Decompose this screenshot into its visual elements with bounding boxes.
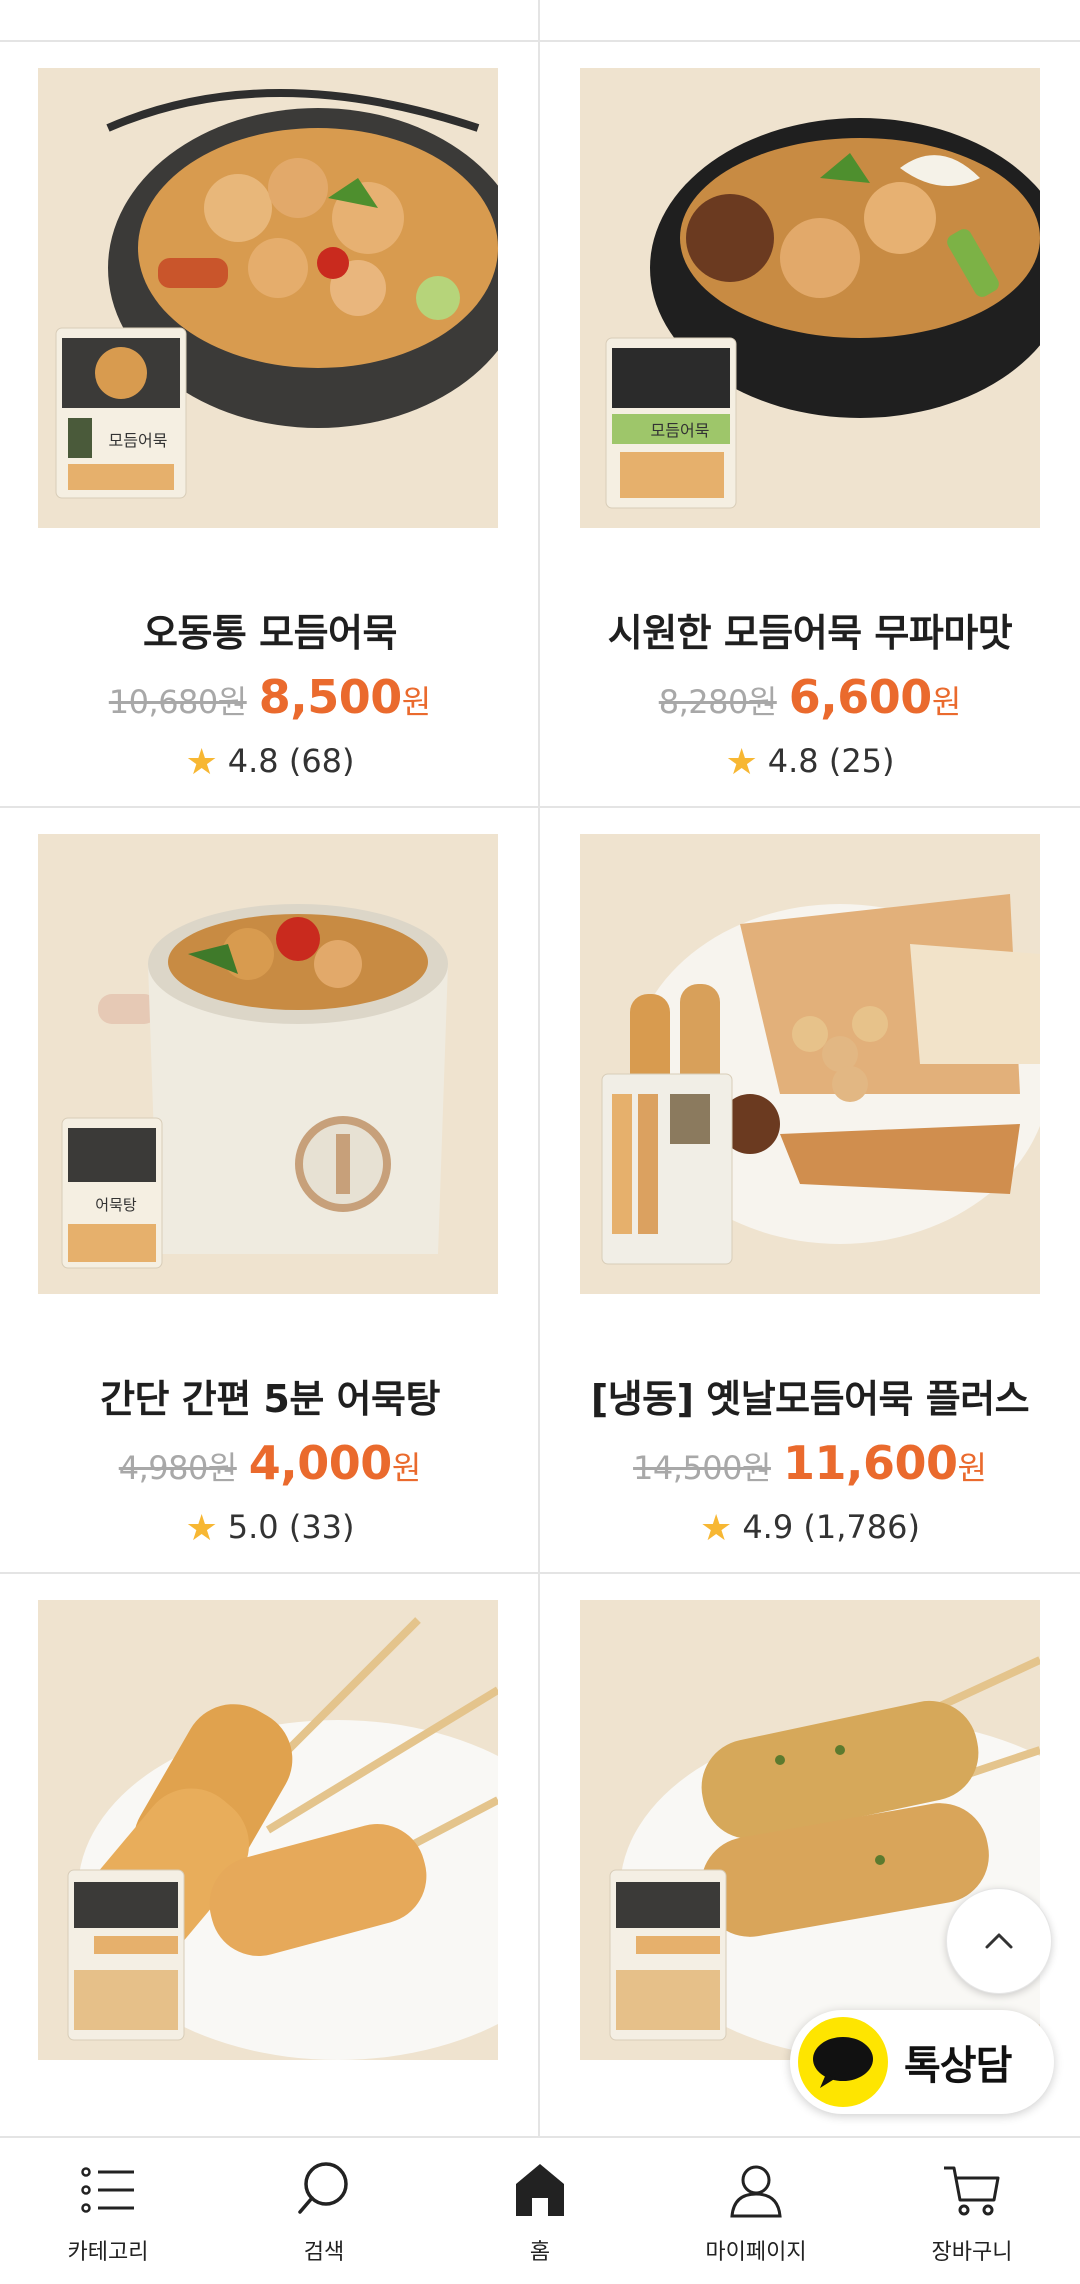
currency-label: 원 <box>957 1449 987 1487</box>
home-icon <box>516 2164 564 2216</box>
tab-cart[interactable]: 장바구니 <box>864 2138 1080 2284</box>
kakao-talk-consult-button[interactable]: 톡상담 <box>790 2010 1054 2114</box>
rating-row: ★ 4.8 (25) <box>540 742 1080 783</box>
product-name[interactable]: 간단 간편 5분 어묵탕 <box>0 1368 540 1423</box>
package-label: 어묵탕 <box>95 1196 137 1214</box>
review-count: (1,786) <box>803 1508 920 1546</box>
product-card[interactable]: 모듬어묵 시원한 모듬어묵 무파마맛 8,280원 6,600원 ★ 4.8 (25… <box>540 42 1080 808</box>
kakao-bubble-icon <box>798 2017 888 2107</box>
fishcake-platter-illustration <box>580 834 1040 1294</box>
sale-price: 8,500 <box>258 670 403 724</box>
chevron-up-icon <box>985 1933 1013 1949</box>
menu-list-icon <box>81 2167 134 2213</box>
currency-label: 원 <box>391 1449 422 1487</box>
tab-label: 장바구니 <box>931 2240 1013 2265</box>
user-icon <box>730 2165 782 2218</box>
product-name[interactable]: 시원한 모듬어묵 무파마맛 <box>540 602 1080 657</box>
original-price: 8,280원 <box>658 683 778 721</box>
currency-label: 원 <box>931 683 962 721</box>
package-label: 모듬어묵 <box>651 421 710 440</box>
sale-price: 6,600 <box>788 670 933 724</box>
review-count: (68) <box>288 742 355 780</box>
tab-home[interactable]: 홈 <box>432 2138 648 2284</box>
package-label: 모듬어묵 <box>109 431 168 450</box>
product-image[interactable]: 어묵탕 <box>38 834 498 1294</box>
cart-icon <box>944 2166 1000 2216</box>
bottom-tab-bar: 카테고리 검색 홈 마이페이지 장바구니 <box>0 2136 1080 2284</box>
tab-search[interactable]: 검색 <box>216 2138 432 2284</box>
rating-value: 4.8 <box>767 742 819 780</box>
fishcake-skewer-illustration <box>38 1600 498 2060</box>
original-price: 14,500원 <box>633 1449 771 1487</box>
tab-label: 홈 <box>529 2240 551 2265</box>
tab-label: 카테고리 <box>67 2240 149 2265</box>
product-image[interactable]: 모듬어묵 <box>580 68 1040 528</box>
product-image[interactable]: 모듬어묵 <box>38 68 498 528</box>
star-icon: ★ <box>185 742 218 783</box>
rating-value: 4.9 <box>742 1508 794 1546</box>
rating-value: 4.8 <box>227 742 279 780</box>
talk-label: 톡상담 <box>904 2043 1012 2089</box>
product-card[interactable]: 모듬어묵 오동통 모듬어묵 10,680원 8,500원 ★ 4.8 (68) <box>0 42 540 808</box>
original-price: 4,980원 <box>118 1449 238 1487</box>
scroll-to-top-button[interactable] <box>946 1888 1052 1994</box>
fishcake-skewer-illustration <box>580 1600 1040 2060</box>
product-name[interactable]: [냉동] 옛날모듬어묵 플러스 <box>540 1368 1080 1423</box>
price-row: 8,280원 6,600원 <box>540 670 1080 724</box>
price-row: 14,500원 11,600원 <box>540 1436 1080 1490</box>
product-image[interactable] <box>38 1600 498 2060</box>
previous-row-edge <box>0 0 1080 42</box>
rating-row: ★ 5.0 (33) <box>0 1508 540 1549</box>
star-icon: ★ <box>185 1508 218 1549</box>
product-image[interactable] <box>580 834 1040 1294</box>
search-icon <box>298 2162 348 2214</box>
review-count: (33) <box>288 1508 355 1546</box>
fishcake-pot-illustration: 모듬어묵 <box>580 68 1040 528</box>
tab-label: 마이페이지 <box>705 2240 807 2265</box>
product-image[interactable] <box>580 1600 1040 2060</box>
star-icon: ★ <box>700 1508 733 1549</box>
fishcake-pot-illustration: 모듬어묵 <box>38 68 498 528</box>
original-price: 10,680원 <box>108 683 247 721</box>
tab-category[interactable]: 카테고리 <box>0 2138 216 2284</box>
product-card[interactable]: [냉동] 옛날모듬어묵 플러스 14,500원 11,600원 ★ 4.9 (1,7… <box>540 808 1080 1574</box>
sale-price: 4,000 <box>248 1436 393 1490</box>
price-row: 4,980원 4,000원 <box>0 1436 540 1490</box>
currency-label: 원 <box>401 683 432 721</box>
star-icon: ★ <box>725 742 758 783</box>
tab-mypage[interactable]: 마이페이지 <box>648 2138 864 2284</box>
sale-price: 11,600 <box>782 1436 958 1490</box>
product-name[interactable]: 오동통 모듬어묵 <box>0 602 540 657</box>
product-list-screen: 모듬어묵 오동통 모듬어묵 10,680원8,500원 ★4.8 (68) <box>0 0 1080 2284</box>
rating-row: ★ 4.8 (68) <box>0 742 540 783</box>
rating-row: ★ 4.9 (1,786) <box>540 1508 1080 1549</box>
rating-value: 5.0 <box>227 1508 279 1546</box>
product-card[interactable]: 어묵탕 간단 간편 5분 어묵탕 4,980원 4,000원 ★ 5.0 (33) <box>0 808 540 1574</box>
tab-label: 검색 <box>303 2240 345 2265</box>
review-count: (25) <box>828 742 895 780</box>
fishcake-pot-illustration: 어묵탕 <box>38 834 498 1294</box>
price-row: 10,680원 8,500원 <box>0 670 540 724</box>
